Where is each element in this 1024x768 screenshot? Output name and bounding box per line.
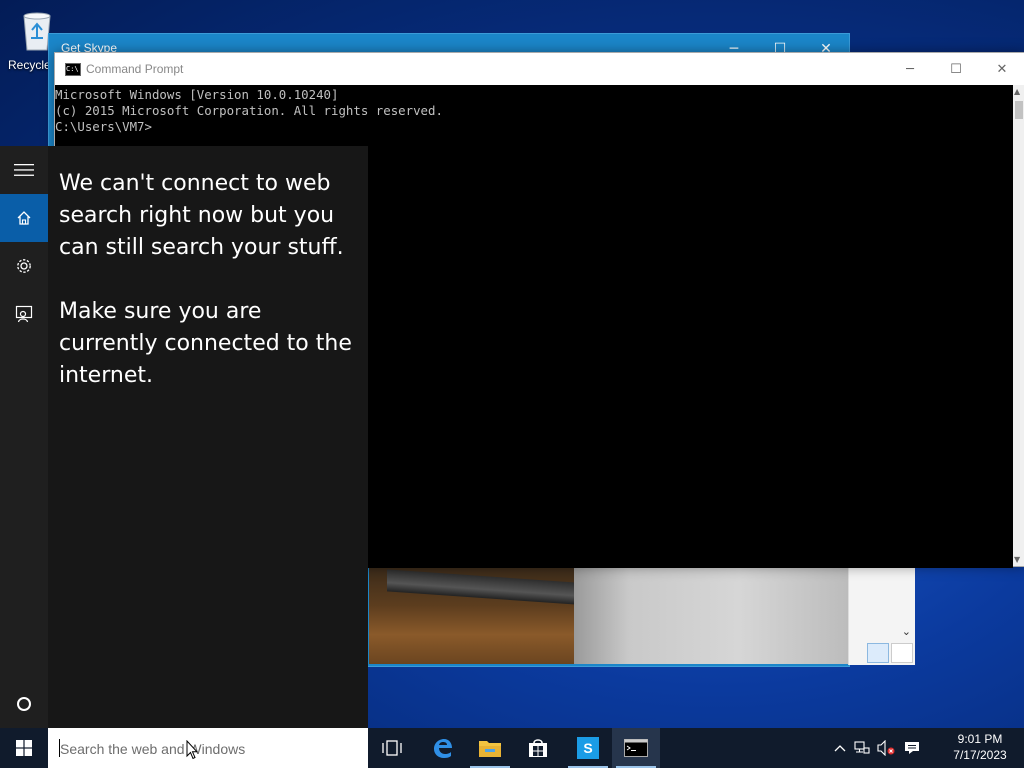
error-text-secondary: Make sure you are currently connected to…: [59, 299, 352, 388]
cmd-maximize-button[interactable]: ☐: [933, 53, 979, 85]
mouse-cursor-icon: [186, 740, 198, 760]
cortana-circle-icon: [17, 697, 31, 711]
feedback-button[interactable]: [0, 290, 48, 338]
settings-gear-icon: [17, 259, 31, 273]
cmd-scrollbar[interactable]: ▲ ▼: [1013, 85, 1024, 566]
cmd-minimize-button[interactable]: ─: [887, 53, 933, 85]
scroll-thumb[interactable]: [1015, 101, 1023, 119]
skype-hero-image: [369, 566, 849, 664]
start-button[interactable]: [0, 728, 48, 768]
scroll-up-arrow-icon[interactable]: ▲: [1014, 87, 1020, 96]
task-view-icon: [382, 740, 402, 756]
network-icon: [854, 741, 870, 754]
network-button[interactable]: [850, 728, 874, 768]
taskbar-search-box[interactable]: [48, 728, 368, 768]
feedback-icon: [15, 305, 33, 323]
action-center-button[interactable]: [900, 728, 924, 768]
chevron-up-icon: [834, 745, 846, 752]
taskbar-clock[interactable]: 9:01 PM 7/17/2023: [948, 731, 1012, 763]
action-center-icon: [905, 742, 919, 754]
windows-logo-icon: [16, 740, 32, 756]
svg-text:S: S: [583, 740, 592, 756]
volume-muted-icon: [877, 740, 895, 756]
skype-side-panel: ⌄: [848, 565, 915, 665]
hamburger-menu-icon: [14, 164, 34, 176]
error-text-primary: We can't connect to web search right now…: [59, 171, 344, 260]
text-caret: [59, 739, 60, 757]
task-view-button[interactable]: [368, 728, 416, 768]
store-taskbar-button[interactable]: [514, 728, 562, 768]
console-prompt: C:\Users\VM7>: [55, 119, 152, 134]
console-line: Microsoft Windows [Version 10.0.10240]: [55, 87, 339, 102]
volume-button[interactable]: [874, 728, 898, 768]
system-tray: 9:01 PM 7/17/2023: [824, 728, 1024, 768]
cmd-window-title: Command Prompt: [86, 62, 184, 76]
command-prompt-taskbar-button[interactable]: [612, 728, 660, 768]
preview-view-icon[interactable]: [891, 643, 913, 663]
hamburger-menu-button[interactable]: [0, 146, 48, 194]
cortana-search-panel: We can't connect to web search right now…: [48, 146, 368, 728]
recycle-bin-label: Recycle: [8, 58, 51, 72]
details-view-icon[interactable]: [867, 643, 889, 663]
connection-error-message: We can't connect to web search right now…: [59, 168, 359, 424]
settings-button[interactable]: [0, 242, 48, 290]
clock-time: 9:01 PM: [957, 732, 1003, 746]
console-line: (c) 2015 Microsoft Corporation. All righ…: [55, 103, 443, 118]
cmd-close-button[interactable]: ✕: [979, 53, 1024, 85]
command-prompt-icon: C:\: [65, 63, 81, 76]
file-explorer-taskbar-button[interactable]: [466, 728, 514, 768]
clock-date: 7/17/2023: [953, 748, 1007, 762]
cortana-button[interactable]: [0, 680, 48, 728]
taskbar: Search the web and Windows S 9:01 PM 7/1…: [0, 728, 1024, 768]
edge-taskbar-button[interactable]: [418, 728, 466, 768]
cortana-rail: [0, 146, 48, 728]
store-icon: [529, 739, 547, 757]
home-icon: [17, 211, 31, 225]
skype-icon: S: [577, 737, 599, 759]
search-input[interactable]: [58, 736, 362, 762]
scroll-down-arrow-icon[interactable]: ▼: [1014, 555, 1020, 564]
home-button[interactable]: [0, 194, 48, 242]
file-explorer-icon: [479, 741, 501, 757]
cmd-title-bar[interactable]: C:\ Command Prompt ─ ☐ ✕: [55, 53, 1024, 85]
command-prompt-taskbar-icon: [624, 739, 648, 757]
chevron-down-icon[interactable]: ⌄: [902, 625, 911, 638]
show-hidden-icons-button[interactable]: [828, 728, 852, 768]
skype-taskbar-button[interactable]: S: [564, 728, 612, 768]
edge-icon: [434, 739, 452, 758]
